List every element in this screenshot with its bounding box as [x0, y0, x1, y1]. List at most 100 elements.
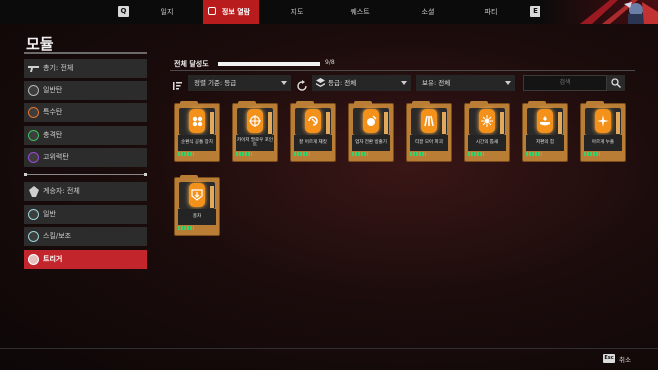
swirl-icon	[308, 116, 318, 126]
sidebar-item-weapons-all[interactable]: 총기: 전체	[24, 59, 147, 78]
module-card[interactable]: 잘 어르게 재킷	[290, 101, 336, 162]
search-icon	[611, 78, 621, 88]
sidebar-item-general-rounds[interactable]: 일반탄	[24, 81, 147, 100]
module-image-frame	[585, 108, 621, 135]
sidebar-item-general[interactable]: 일반	[24, 205, 147, 224]
socket-marker	[442, 112, 446, 134]
card-tab	[354, 101, 372, 105]
sort-dropdown[interactable]: 정렬 기준: 등급	[188, 75, 291, 91]
module-card[interactable]: 순환식 공통 장치	[174, 101, 220, 162]
sidebar-item-special-rounds[interactable]: 특수탄	[24, 103, 147, 122]
module-card[interactable]: 충차	[174, 175, 220, 236]
sidebar-item-label: 총기: 전체	[43, 64, 74, 72]
prev-tab-key[interactable]: Q	[118, 6, 129, 17]
module-image-frame	[179, 108, 215, 135]
module-orb	[305, 109, 321, 133]
owned-dropdown[interactable]: 보유: 전체	[416, 75, 515, 91]
tab-info[interactable]: 정보 열람	[203, 0, 259, 24]
sidebar-item-skill-support[interactable]: 스킬/보조	[24, 227, 147, 246]
module-name: 시간의 톱새	[468, 135, 506, 151]
tab-label: 파티	[484, 8, 498, 16]
chevron-down-icon	[281, 81, 287, 85]
module-image-frame	[179, 182, 215, 209]
sidebar-item-descendants-all[interactable]: 계승자: 전체	[24, 182, 147, 201]
descendant-icon	[29, 186, 39, 197]
completion-progress-bar	[218, 62, 320, 66]
module-image-frame	[353, 108, 389, 135]
module-stack-indicator	[584, 152, 600, 156]
module-stack-indicator	[294, 152, 310, 156]
module-orb	[189, 109, 205, 133]
socket-marker	[210, 186, 214, 208]
crosshair-icon	[249, 115, 261, 127]
module-name: 카이저 팔로우 포인트	[236, 135, 274, 151]
sidebar-divider	[24, 52, 147, 54]
socket-marker	[616, 112, 620, 134]
module-image-frame	[295, 108, 331, 135]
esc-key[interactable]: Esc	[603, 354, 615, 363]
special-ammo-icon	[28, 107, 39, 118]
completion-count: 9/8	[325, 59, 335, 66]
character-banner-art	[540, 0, 658, 24]
module-image-frame	[237, 108, 273, 135]
sort-order-button[interactable]	[172, 77, 184, 90]
module-name: 티끌 모아 파괴	[410, 135, 448, 151]
module-stack-indicator	[178, 152, 194, 156]
card-tab	[180, 101, 198, 105]
module-image-frame	[411, 108, 447, 135]
sort-dropdown-value: 정렬 기준: 등급	[194, 79, 237, 87]
sidebar-item-high-power-rounds[interactable]: 고위력탄	[24, 148, 147, 167]
tab-label: 퀘스트	[350, 8, 370, 16]
tab-quest[interactable]: 퀘스트	[333, 0, 387, 24]
module-card[interactable]: 저편의 힘	[522, 101, 568, 162]
module-card[interactable]: 시간의 톱새	[464, 101, 510, 162]
sidebar-item-label: 일반	[43, 210, 56, 218]
completion-label: 전체 달성도	[174, 60, 209, 68]
tab-label: 정보 열람	[221, 8, 251, 16]
tab-social[interactable]: 소셜	[408, 0, 448, 24]
shield-arrow-icon	[191, 189, 203, 201]
sidebar-item-trigger[interactable]: 트리거	[24, 250, 147, 269]
completion-progress-fill	[218, 62, 320, 66]
module-name: 아르게 누출	[584, 135, 622, 151]
sidebar-item-label: 고위력탄	[43, 153, 69, 161]
search-button[interactable]	[607, 75, 625, 91]
socket-marker	[500, 112, 504, 134]
module-card[interactable]: 카이저 팔로우 포인트	[232, 101, 278, 162]
refresh-icon	[297, 80, 307, 91]
card-tab	[470, 101, 488, 105]
chevron-down-icon	[505, 81, 511, 85]
sidebar-item-label: 계승자: 전체	[43, 187, 80, 195]
tab-party[interactable]: 파티	[469, 0, 513, 24]
module-image-frame	[469, 108, 505, 135]
footer-divider	[0, 348, 658, 349]
module-orb	[421, 109, 437, 133]
high-power-ammo-icon	[28, 152, 39, 163]
sidebar-item-impact-rounds[interactable]: 충격탄	[24, 126, 147, 145]
module-card[interactable]: 티끌 모아 파괴	[406, 101, 452, 162]
module-name: 잘 어르게 재킷	[294, 135, 332, 151]
layers-icon	[316, 78, 325, 87]
module-name: 충차	[178, 209, 216, 225]
socket-marker	[326, 112, 330, 134]
burst-icon	[481, 115, 493, 127]
claw-icon	[424, 115, 434, 127]
owned-dropdown-value: 보유: 전체	[422, 79, 451, 87]
module-card[interactable]: 업자 전환 방출기	[348, 101, 394, 162]
card-tab	[238, 101, 256, 105]
sidebar-item-label: 스킬/보조	[43, 232, 72, 240]
tab-map[interactable]: 지도	[277, 0, 317, 24]
module-name: 순환식 공통 장치	[178, 135, 216, 151]
grade-dropdown[interactable]: 등급: 전체	[312, 75, 411, 91]
general-icon	[28, 209, 39, 220]
header-divider	[170, 70, 635, 71]
reset-filter-button[interactable]	[296, 77, 308, 91]
module-card[interactable]: 아르게 누출	[580, 101, 626, 162]
card-tab	[586, 101, 604, 105]
search-input[interactable]: 검색	[523, 75, 607, 91]
divider-endcap	[144, 173, 147, 176]
module-stack-indicator	[410, 152, 426, 156]
cancel-button[interactable]: 취소	[619, 354, 631, 364]
socket-marker	[558, 112, 562, 134]
tab-journal[interactable]: 일지	[145, 0, 189, 24]
